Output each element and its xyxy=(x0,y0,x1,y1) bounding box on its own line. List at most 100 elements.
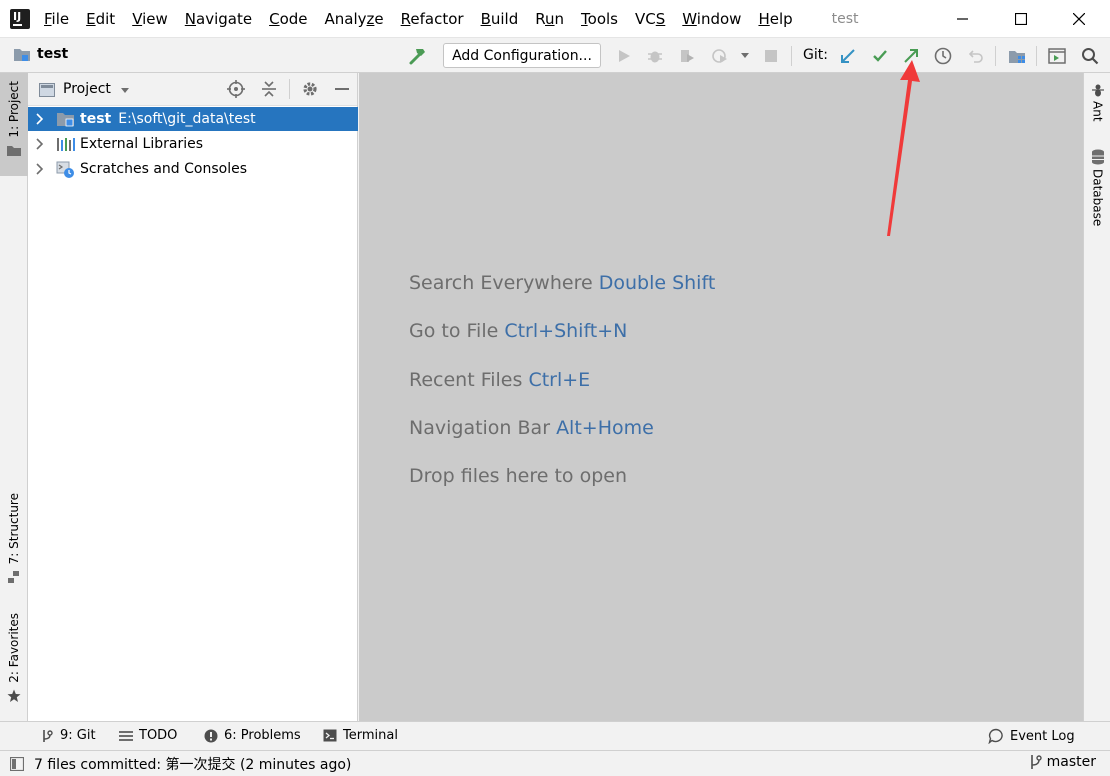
hint-drop-files: Drop files here to open xyxy=(409,465,627,487)
menu-analyze[interactable]: Analyze xyxy=(325,10,384,28)
git-commit-icon[interactable] xyxy=(871,47,889,65)
menu-vcs[interactable]: VCS xyxy=(635,10,665,28)
menu-window[interactable]: Window xyxy=(682,10,741,28)
hint-shortcut: Alt+Home xyxy=(556,417,654,439)
profile-icon[interactable] xyxy=(711,47,729,65)
chevron-right-icon[interactable] xyxy=(36,113,48,125)
gear-icon[interactable] xyxy=(301,80,319,98)
hint-text: Drop files here to open xyxy=(409,465,628,487)
add-configuration-button[interactable]: Add Configuration... xyxy=(443,43,601,68)
tool-tab-todo-label: TODO xyxy=(139,728,178,743)
git-branch-name: master xyxy=(1046,754,1096,770)
project-tool-window: Project test E:\soft\git_data\test Exter… xyxy=(28,73,358,721)
close-button[interactable] xyxy=(1056,0,1102,37)
header-separator xyxy=(289,79,290,99)
tool-tab-git[interactable]: 9: Git xyxy=(40,728,96,743)
tool-tab-terminal-label: Terminal xyxy=(343,728,398,743)
coverage-icon[interactable] xyxy=(678,47,696,65)
hide-panel-icon[interactable] xyxy=(334,80,350,98)
tool-tab-database[interactable]: Database xyxy=(1084,149,1110,239)
debug-icon[interactable] xyxy=(646,47,664,65)
hint-navigation-bar: Navigation Bar Alt+Home xyxy=(409,417,654,439)
project-view-icon xyxy=(39,83,55,97)
chevron-right-icon[interactable] xyxy=(36,163,48,175)
menu-build[interactable]: Build xyxy=(481,10,519,28)
bottom-tool-stripe: 9: Git TODO 6: Problems Terminal Event L… xyxy=(0,721,1110,750)
hint-search-everywhere: Search Everywhere Double Shift xyxy=(409,272,715,294)
tool-tab-terminal[interactable]: Terminal xyxy=(323,728,398,743)
menu-refactor[interactable]: Refactor xyxy=(401,10,464,28)
tree-item-path: E:\soft\git_data\test xyxy=(118,111,256,127)
tool-tab-todo[interactable]: TODO xyxy=(119,728,177,743)
terminal-icon xyxy=(323,729,337,742)
left-tool-stripe: 1: Project 7: Structure 2: Favorites xyxy=(0,73,28,721)
main-toolbar: test Add Configuration... Git: xyxy=(0,37,1110,73)
editor-empty-area[interactable]: Search Everywhere Double Shift Go to Fil… xyxy=(359,73,1083,721)
status-message[interactable]: 7 files committed: 第一次提交 (2 minutes ago) xyxy=(34,754,351,774)
hint-shortcut: Ctrl+E xyxy=(528,369,591,391)
menu-view[interactable]: View xyxy=(132,10,168,28)
build-hammer-icon[interactable] xyxy=(408,47,426,65)
hint-recent-files: Recent Files Ctrl+E xyxy=(409,369,590,391)
folder-icon xyxy=(7,145,21,156)
ant-icon xyxy=(1091,84,1104,97)
menu-code[interactable]: Code xyxy=(269,10,307,28)
menu-file[interactable]: File xyxy=(44,10,69,28)
project-panel-header: Project xyxy=(28,73,357,106)
git-branch-widget[interactable]: master xyxy=(1028,754,1096,770)
menu-navigate[interactable]: Navigate xyxy=(185,10,252,28)
collapse-all-icon[interactable] xyxy=(261,80,277,98)
hint-text: Go to File xyxy=(409,320,499,342)
git-branch-icon xyxy=(40,729,54,743)
search-icon[interactable] xyxy=(1081,47,1099,65)
git-push-icon[interactable] xyxy=(902,47,920,65)
git-update-icon[interactable] xyxy=(839,47,857,65)
minimize-button[interactable] xyxy=(940,0,986,37)
menu-bar: IJ File Edit View Navigate Code Analyze Refact… xyxy=(0,0,1110,37)
toolbar-separator xyxy=(791,46,792,66)
project-view-selector[interactable]: Project xyxy=(63,81,111,97)
chevron-right-icon[interactable] xyxy=(36,138,48,150)
tool-tab-problems-label: 6: Problems xyxy=(224,728,301,743)
maximize-button[interactable] xyxy=(998,0,1044,37)
toolbar-separator xyxy=(995,46,996,66)
project-name: test xyxy=(37,46,69,62)
tool-tab-event-log[interactable]: Event Log xyxy=(988,728,1075,744)
project-structure-icon[interactable] xyxy=(1008,47,1026,65)
libraries-icon xyxy=(56,136,75,152)
chevron-down-icon[interactable] xyxy=(120,87,130,95)
chevron-down-icon[interactable] xyxy=(736,47,754,65)
status-bar: 7 files committed: 第一次提交 (2 minutes ago)… xyxy=(0,750,1110,776)
stop-icon[interactable] xyxy=(762,47,780,65)
hint-text: Navigation Bar xyxy=(409,417,551,439)
run-icon[interactable] xyxy=(615,47,633,65)
tree-item-scratches[interactable]: Scratches and Consoles xyxy=(28,157,358,181)
git-label: Git: xyxy=(803,47,828,63)
rollback-icon[interactable] xyxy=(967,47,985,65)
toggle-tool-windows-icon[interactable] xyxy=(10,757,24,771)
menu-items: File Edit View Navigate Code Analyze Refactor B… xyxy=(44,10,810,28)
intellij-logo-icon: IJ xyxy=(7,5,33,32)
tree-item-name: Scratches and Consoles xyxy=(80,161,247,177)
project-breadcrumb[interactable]: test xyxy=(13,46,68,62)
menu-run[interactable]: Run xyxy=(535,10,564,28)
menu-help[interactable]: Help xyxy=(758,10,792,28)
tool-tab-structure[interactable]: 7: Structure xyxy=(0,493,28,593)
run-anything-icon[interactable] xyxy=(1048,47,1066,65)
git-branch-icon xyxy=(1030,755,1042,769)
menu-tools[interactable]: Tools xyxy=(581,10,618,28)
hint-shortcut: Double Shift xyxy=(598,272,716,294)
tool-tab-favorites[interactable]: 2: Favorites xyxy=(0,613,28,713)
history-clock-icon[interactable] xyxy=(934,47,952,65)
menu-edit[interactable]: Edit xyxy=(86,10,115,28)
locate-target-icon[interactable] xyxy=(227,80,245,98)
tool-tab-problems[interactable]: 6: Problems xyxy=(204,728,301,743)
tool-tab-ant[interactable]: Ant xyxy=(1084,83,1110,133)
tool-tab-structure-label: 7: Structure xyxy=(7,493,21,565)
structure-icon xyxy=(8,571,19,584)
tool-tab-project[interactable]: 1: Project xyxy=(0,73,28,176)
tree-item-external-libraries[interactable]: External Libraries xyxy=(28,132,358,156)
hint-text: Recent Files xyxy=(409,369,523,391)
list-icon xyxy=(119,730,133,742)
tree-item-project-root[interactable]: test E:\soft\git_data\test xyxy=(28,107,358,131)
